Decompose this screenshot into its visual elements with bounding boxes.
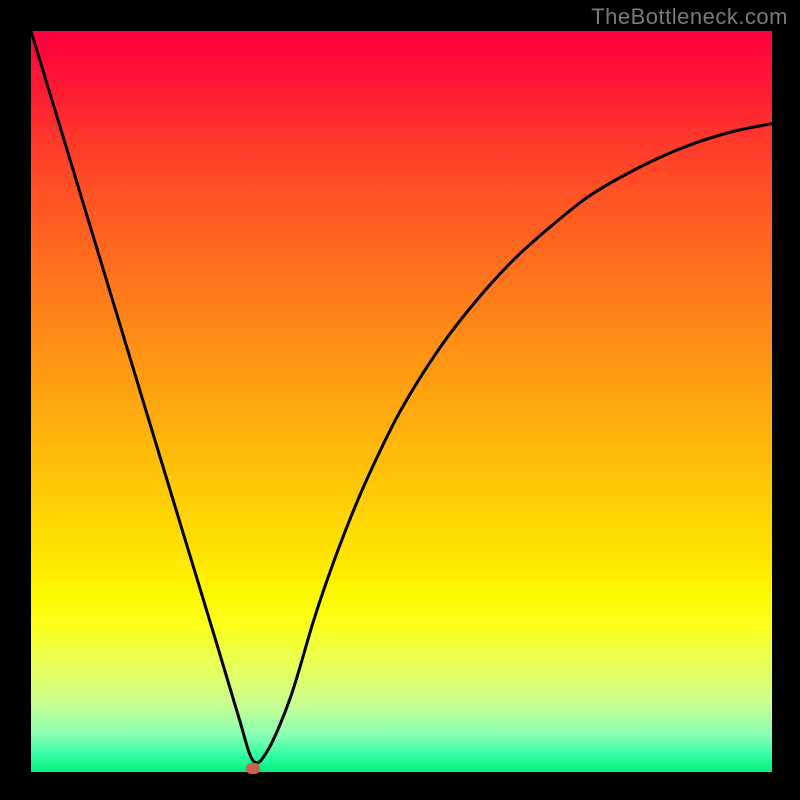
plot-area [31, 31, 772, 772]
watermark-text: TheBottleneck.com [591, 4, 788, 30]
bottleneck-curve-path [31, 31, 772, 763]
minimum-marker [246, 763, 260, 774]
curve-svg [31, 31, 772, 772]
